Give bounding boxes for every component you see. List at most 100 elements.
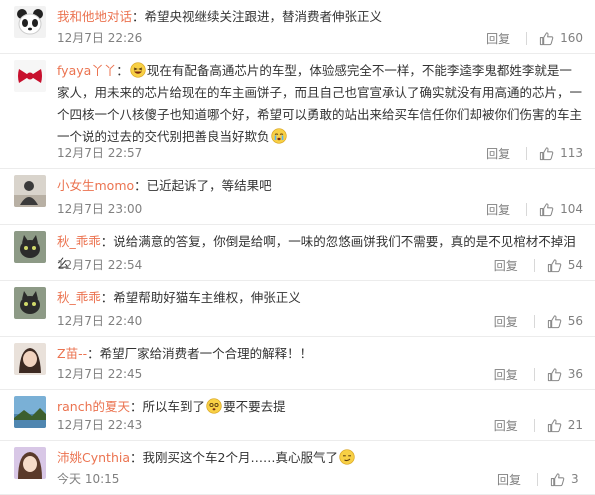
reply-button[interactable]: 回复 <box>492 257 520 274</box>
action-divider <box>537 472 538 486</box>
comment-text: 秋_乖乖：希望帮助好猫车主维权，伸张正义 <box>57 287 583 309</box>
comment-username-link[interactable]: 沛姚Cynthia <box>57 450 130 465</box>
comment-actions: 回复 104 <box>484 200 583 218</box>
comment-actions: 回复 54 <box>492 256 583 274</box>
reply-button[interactable]: 回复 <box>492 417 520 434</box>
comment-item: 秋_乖乖：希望帮助好猫车主维权，伸张正义 12月7日 22:40 回复 56 <box>0 281 595 337</box>
comment-username-link[interactable]: 秋_乖乖 <box>57 234 101 249</box>
like-button[interactable]: 104 <box>539 202 583 217</box>
cat-avatar[interactable] <box>14 231 46 263</box>
crying-emoji <box>270 128 287 144</box>
thumbs-up-icon <box>539 31 554 46</box>
smirk-emoji <box>339 449 355 465</box>
comment-timestamp: 12月7日 22:45 <box>57 367 143 381</box>
comment-body: 希望央视继续关注跟进，替消费者伸张正义 <box>144 9 383 24</box>
reply-button[interactable]: 回复 <box>484 145 512 162</box>
comment-item: ranch的夏天：所以车到了 要不要去提 12月7日 22:43 回复 21 <box>0 390 595 441</box>
comment-timestamp: 12月7日 22:54 <box>57 258 143 272</box>
like-count: 36 <box>567 367 583 381</box>
comment-text: 小女生momo：已近起诉了，等结果吧 <box>57 175 583 197</box>
landscape-avatar[interactable] <box>14 396 46 428</box>
comment-actions: 回复 113 <box>484 144 583 162</box>
comment-text: 我和他地对话：希望央视继续关注跟进，替消费者伸张正义 <box>57 6 583 28</box>
like-count: 54 <box>567 258 583 272</box>
comment-timestamp: 12月7日 22:43 <box>57 418 143 432</box>
comment-body: 希望帮助好猫车主维权，伸张正义 <box>113 290 301 305</box>
like-count: 113 <box>560 146 583 160</box>
comment-actions: 回复 56 <box>492 312 583 330</box>
comment-item: Z苗--：希望厂家给消费者一个合理的解释！！ 12月7日 22:45 回复 36 <box>0 337 595 390</box>
comment-timestamp: 今天 10:15 <box>57 472 120 486</box>
like-button[interactable]: 54 <box>547 258 583 273</box>
action-divider <box>533 367 535 381</box>
reply-button[interactable]: 回复 <box>492 313 520 330</box>
reply-button[interactable]: 回复 <box>484 201 512 218</box>
comment-item: 小女生momo：已近起诉了，等结果吧 12月7日 23:00 回复 104 <box>0 169 595 225</box>
comment-item: 秋_乖乖：说给满意的答复，你倒是给啊，一味的忽悠画饼我们不需要，真的是不见棺材不… <box>0 225 595 281</box>
girl-avatar[interactable] <box>14 447 46 479</box>
action-divider <box>526 202 528 216</box>
username-separator: ： <box>87 346 100 361</box>
username-separator: ： <box>130 399 143 414</box>
like-count: 21 <box>567 418 583 432</box>
comment-timestamp: 12月7日 23:00 <box>57 202 143 216</box>
username-separator: ： <box>116 63 129 78</box>
action-divider <box>533 418 535 432</box>
reply-button[interactable]: 回复 <box>495 471 523 488</box>
comment-body: 要不要去提 <box>223 399 286 414</box>
person-avatar[interactable] <box>14 343 46 375</box>
thumbs-up-icon <box>547 367 562 382</box>
photo-avatar[interactable] <box>14 175 46 207</box>
comment-text: fyaya丫丫： 现在有配备高通芯片的车型，体验感完全不一样，不能李逵李鬼都姓李… <box>57 60 583 148</box>
like-count: 104 <box>560 202 583 216</box>
comment-text: Z苗--：希望厂家给消费者一个合理的解释！！ <box>57 343 583 365</box>
comment-username-link[interactable]: 小女生momo <box>57 178 134 193</box>
like-button[interactable]: 56 <box>547 314 583 329</box>
comment-actions: 回复 160 <box>484 29 583 47</box>
like-button[interactable]: 3 <box>550 472 583 487</box>
reply-button[interactable]: 回复 <box>484 30 512 47</box>
thumbs-up-icon <box>547 418 562 433</box>
comment-timestamp: 12月7日 22:40 <box>57 314 143 328</box>
red-bow-avatar[interactable] <box>14 60 46 92</box>
comment-body: 已近起诉了，等结果吧 <box>146 178 272 193</box>
action-divider <box>526 146 528 160</box>
like-button[interactable]: 36 <box>547 367 583 382</box>
comment-list: 我和他地对话：希望央视继续关注跟进，替消费者伸张正义 12月7日 22:26 回复 1… <box>0 0 595 495</box>
comment-actions: 回复 21 <box>492 416 583 434</box>
action-divider <box>533 258 535 272</box>
comment-body: 所以车到了 <box>142 399 206 414</box>
comment-username-link[interactable]: ranch的夏天 <box>57 399 130 414</box>
laughing-emoji <box>130 62 146 78</box>
dizzy-emoji <box>206 398 222 414</box>
thumbs-up-icon <box>550 472 565 487</box>
panda-avatar[interactable] <box>14 6 46 38</box>
comment-username-link[interactable]: Z苗-- <box>57 346 87 361</box>
username-separator: ： <box>100 290 114 305</box>
comment-item: fyaya丫丫： 现在有配备高通芯片的车型，体验感完全不一样，不能李逵李鬼都姓李… <box>0 54 595 169</box>
comment-username-link[interactable]: 秋_乖乖 <box>57 290 101 305</box>
reply-button[interactable]: 回复 <box>492 366 520 383</box>
like-button[interactable]: 160 <box>539 31 583 46</box>
action-divider <box>526 31 528 45</box>
comment-text: ranch的夏天：所以车到了 要不要去提 <box>57 396 583 418</box>
comment-username-link[interactable]: 我和他地对话 <box>57 9 132 24</box>
comment-actions: 回复 3 <box>495 470 583 488</box>
comment-timestamp: 12月7日 22:57 <box>57 146 143 160</box>
like-button[interactable]: 21 <box>547 418 583 433</box>
comment-body: 我刚买这个车2个月……真心服气了 <box>142 450 338 465</box>
like-count: 56 <box>567 314 583 328</box>
comment-body: 希望厂家给消费者一个合理的解释！！ <box>99 346 313 361</box>
thumbs-up-icon <box>547 258 562 273</box>
comment-actions: 回复 36 <box>492 365 583 383</box>
username-separator: ： <box>132 9 145 24</box>
cat-avatar[interactable] <box>14 287 46 319</box>
like-count: 160 <box>560 31 583 45</box>
comment-username-link[interactable]: fyaya丫丫 <box>57 63 116 78</box>
comment-text: 沛姚Cynthia：我刚买这个车2个月……真心服气了 <box>57 447 583 469</box>
action-divider <box>533 314 535 328</box>
username-separator: ： <box>100 234 114 249</box>
like-button[interactable]: 113 <box>539 146 583 161</box>
thumbs-up-icon <box>539 202 554 217</box>
username-separator: ： <box>130 450 143 465</box>
